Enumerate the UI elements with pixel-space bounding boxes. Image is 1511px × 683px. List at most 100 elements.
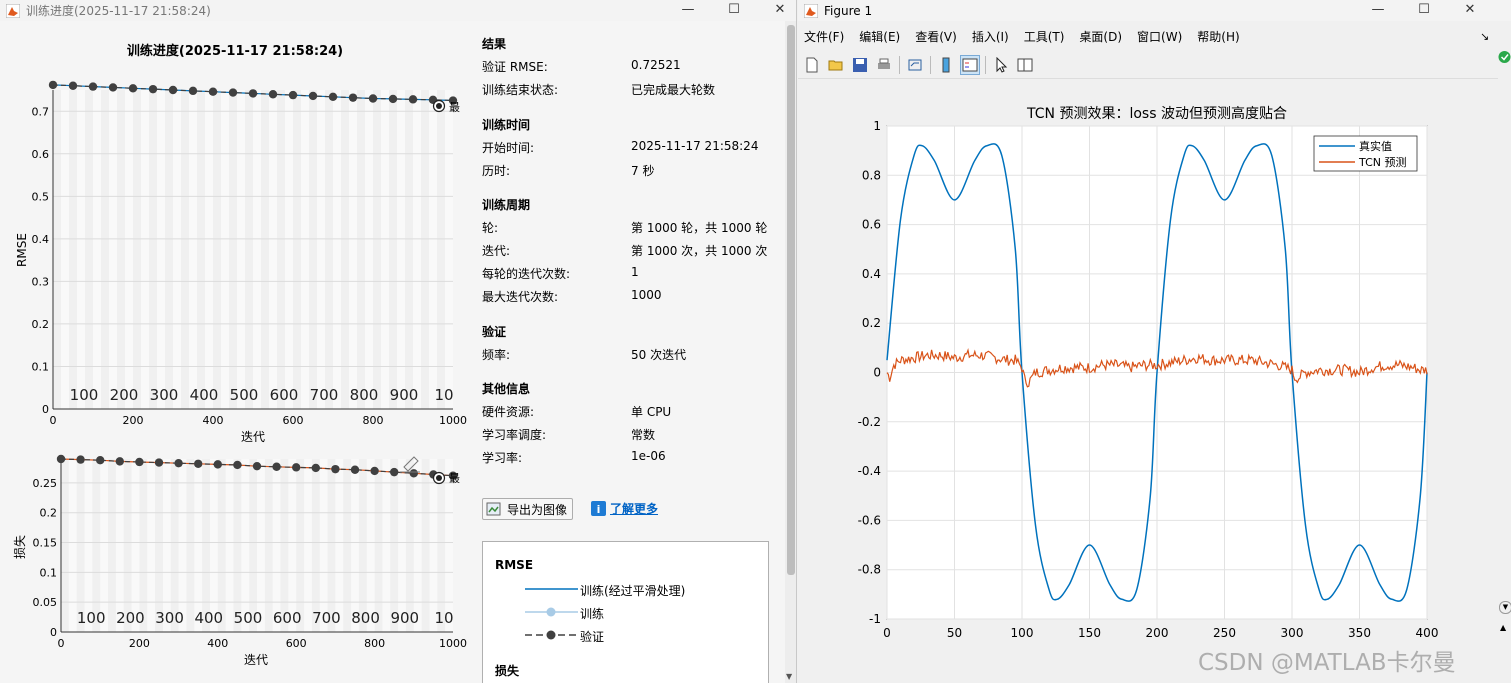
maximize-button[interactable]: ☐ <box>1401 0 1447 21</box>
scroll-down-icon[interactable]: ▼ <box>1499 601 1511 614</box>
left-scroll-thumb[interactable] <box>787 25 795 575</box>
info-value: 单 CPU <box>631 405 672 419</box>
iteration-stripe <box>61 459 69 632</box>
y-tick-label: 0.5 <box>32 190 50 203</box>
menu-insert[interactable]: 插入(I) <box>972 26 1009 48</box>
legend-swatches <box>525 588 578 640</box>
print-button[interactable] <box>874 55 894 75</box>
epoch-label: 300 <box>155 609 184 627</box>
info-label: 训练结束状态: <box>482 83 559 97</box>
info-value: 第 1000 轮，共 1000 轮 <box>631 221 768 235</box>
dock-arrow-icon[interactable]: ↘ <box>1480 30 1489 43</box>
epoch-label: 800 <box>350 386 379 404</box>
info-value: 0.72521 <box>631 58 681 72</box>
validation-point <box>409 469 418 478</box>
pointer-button[interactable] <box>991 55 1011 75</box>
epoch-label: 800 <box>351 609 380 627</box>
chart-legend[interactable]: 真实值 TCN 预测 <box>1313 135 1418 172</box>
x-tick-label: 100 <box>1011 626 1034 640</box>
epoch-label: 100 <box>77 609 106 627</box>
epoch-label: 900 <box>390 386 419 404</box>
menu-tools[interactable]: 工具(T) <box>1024 26 1065 48</box>
loss-plot[interactable]: 0 0.05 0.1 0.15 0.2 0.25 0 200 400 600 800 1000 10… <box>0 445 470 675</box>
y-tick-label: 0 <box>42 403 49 416</box>
x-tick-label: 600 <box>286 637 307 650</box>
tcn-prediction-chart[interactable]: -1 -0.8 -0.6 -0.4 -0.2 0 0.2 0.4 0.6 0.8 1 0 50 100 1… <box>798 79 1498 683</box>
save-button[interactable] <box>850 55 870 75</box>
legend-button[interactable] <box>960 55 980 75</box>
close-button[interactable]: ✕ <box>1447 0 1493 21</box>
export-image-button[interactable]: 导出为图像 <box>482 498 573 520</box>
iteration-stripe <box>123 459 132 632</box>
validation-point <box>370 466 379 476</box>
other-title: 其他信息 <box>482 382 531 396</box>
y-tick-label: -1 <box>869 612 881 626</box>
new-figure-button[interactable] <box>802 55 822 75</box>
colorbar-button[interactable] <box>936 55 956 75</box>
menu-file[interactable]: 文件(F) <box>804 26 844 48</box>
y-tick-label: 1 <box>873 119 881 133</box>
info-value: 7 秒 <box>631 164 655 178</box>
minimize-button[interactable]: — <box>665 0 711 21</box>
toolbar-separator <box>985 56 986 74</box>
validation-point <box>348 93 358 102</box>
status-ok-icon <box>1498 51 1511 63</box>
iteration-stripe <box>155 459 163 632</box>
iteration-stripe <box>149 90 157 409</box>
learn-more-link[interactable]: i 了解更多 <box>591 500 658 517</box>
figure-scrollbar[interactable]: ▼ ▲ <box>1498 48 1511 683</box>
validation-point <box>390 467 399 477</box>
info-label: 硬件资源: <box>482 405 535 419</box>
left-window-title: 训练进度(2025-11-17 21:58:24) <box>26 4 211 18</box>
rmse-final-dot <box>436 103 442 109</box>
epoch-label: 200 <box>110 386 139 404</box>
learn-more-text[interactable]: 了解更多 <box>610 500 658 517</box>
y-tick-label: 0.2 <box>40 507 58 520</box>
epoch-label: 500 <box>230 386 259 404</box>
minimize-button[interactable]: — <box>1355 0 1401 21</box>
validation-point <box>208 87 218 96</box>
validation-point <box>168 85 178 95</box>
matlab-icon <box>804 3 818 18</box>
iteration-stripe <box>101 90 109 409</box>
menu-help[interactable]: 帮助(H) <box>1197 26 1239 48</box>
menu-edit[interactable]: 编辑(E) <box>859 26 900 48</box>
info-value: 50 次迭代 <box>631 348 687 362</box>
link-plot-button[interactable] <box>905 55 925 75</box>
info-value: 1 <box>631 265 639 279</box>
menu-bar: 文件(F) 编辑(E) 查看(V) 插入(I) 工具(T) 桌面(D) 窗口(W… <box>798 26 1511 48</box>
epoch-label: 600 <box>270 386 299 404</box>
info-value: 已完成最大轮数 <box>631 83 716 97</box>
validation-point <box>174 458 183 468</box>
maximize-button[interactable]: ☐ <box>711 0 757 21</box>
menu-view[interactable]: 查看(V) <box>915 26 957 48</box>
property-editor-button[interactable] <box>1015 55 1035 75</box>
iteration-stripe <box>217 459 226 632</box>
menu-window[interactable]: 窗口(W) <box>1137 26 1182 48</box>
x-tick-label: 400 <box>1416 626 1439 640</box>
info-label: 验证 RMSE: <box>482 60 548 74</box>
legend-pred-label: TCN 预测 <box>1358 156 1406 169</box>
rmse-plot[interactable]: 0 0.1 0.2 0.3 0.4 0.5 0.6 0.7 0 200 400 600 800 1000… <box>0 60 470 445</box>
menu-desktop[interactable]: 桌面(D) <box>1079 26 1122 48</box>
iteration-stripe <box>309 90 317 409</box>
iteration-stripe <box>293 90 301 409</box>
close-button[interactable]: ✕ <box>757 0 796 21</box>
info-label: 学习率调度: <box>482 428 547 442</box>
iteration-stripe <box>133 90 141 409</box>
iteration-stripe <box>249 459 257 632</box>
x-tick-label: 0 <box>58 637 65 650</box>
x-tick-label: 1000 <box>439 637 467 650</box>
scroll-up-icon[interactable]: ▲ <box>1500 623 1506 632</box>
info-value: 1000 <box>631 288 662 302</box>
x-tick-label: 150 <box>1078 626 1101 640</box>
left-scrollbar[interactable]: ▼ <box>785 21 796 683</box>
iteration-stripe <box>85 90 93 409</box>
colorbar-icon <box>942 57 950 73</box>
scroll-down-icon[interactable]: ▼ <box>786 672 792 681</box>
validation-point <box>228 88 238 97</box>
iteration-stripe <box>76 459 85 632</box>
iteration-stripe <box>405 90 413 409</box>
open-button[interactable] <box>826 55 846 75</box>
x-tick-label: 200 <box>129 637 150 650</box>
